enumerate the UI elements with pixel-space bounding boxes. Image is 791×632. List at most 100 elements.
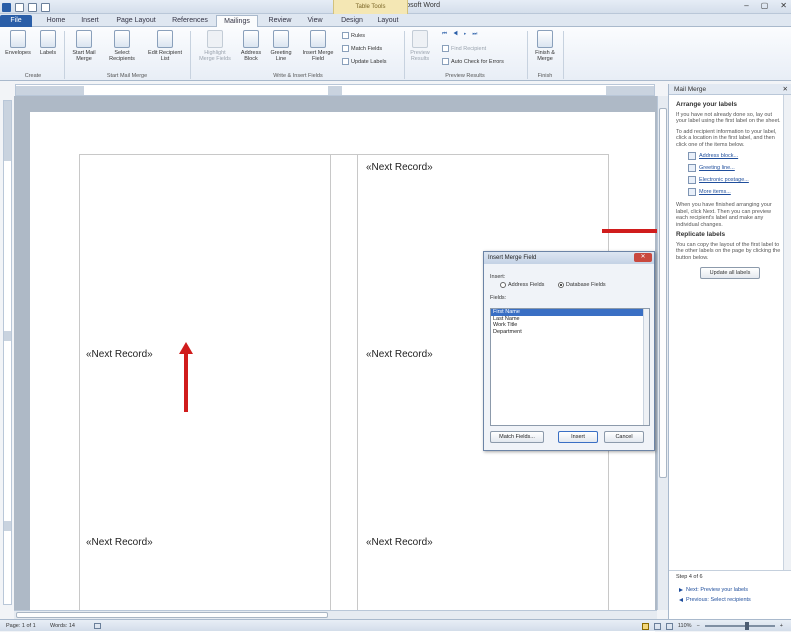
match-fields-button[interactable]: Match Fields... xyxy=(490,431,544,443)
word-count[interactable]: Words: 14 xyxy=(50,620,75,632)
maximize-button[interactable]: ▢ xyxy=(761,1,769,10)
insert-merge-field-dialog: Insert Merge Field ✕ Insert: Address Fie… xyxy=(483,251,655,451)
group-create-label: Create xyxy=(24,73,42,79)
scroll-thumb[interactable] xyxy=(16,612,328,618)
minimize-button[interactable]: – xyxy=(744,1,748,10)
pane-body: Arrange your labels If you have not alre… xyxy=(669,95,791,283)
match-fields-button[interactable]: Match Fields xyxy=(342,45,382,52)
cancel-button[interactable]: Cancel xyxy=(604,431,644,443)
address-fields-radio[interactable]: Address Fields xyxy=(500,282,544,288)
greeting-line-icon xyxy=(688,164,696,172)
update-labels-button[interactable]: Update Labels xyxy=(342,58,386,65)
vertical-scrollbar[interactable] xyxy=(657,96,668,610)
page-count[interactable]: Page: 1 of 1 xyxy=(6,620,36,632)
address-block-icon xyxy=(243,30,259,48)
dialog-title-bar: Insert Merge Field ✕ xyxy=(484,252,654,264)
rules-button[interactable]: Rules xyxy=(342,32,365,39)
auto-check-errors-button[interactable]: Auto Check for Errors xyxy=(442,58,504,65)
next-record-field[interactable]: «Next Record» xyxy=(366,537,433,548)
record-navigation[interactable]: ⏮◀▸⏭ xyxy=(442,31,483,38)
title-bar: Document2 - Microsoft Word Table Tools –… xyxy=(0,0,791,14)
pane-close-button[interactable]: ✕ xyxy=(783,84,788,95)
envelope-icon xyxy=(10,30,26,48)
pane-heading: Arrange your labels xyxy=(676,101,738,108)
tab-page-layout[interactable]: Page Layout xyxy=(110,15,162,27)
pane-text: To add recipient information to your lab… xyxy=(676,128,777,148)
tab-review[interactable]: Review xyxy=(262,15,298,27)
select-recipients-button[interactable]: Select Recipients xyxy=(104,30,140,62)
start-mail-merge-button[interactable]: Start Mail Merge xyxy=(68,30,100,62)
full-screen-icon[interactable] xyxy=(653,622,661,630)
pane-header: Mail Merge ✕ xyxy=(669,84,791,95)
preview-results-button[interactable]: Preview Results xyxy=(406,30,434,62)
labels-button[interactable]: Labels xyxy=(34,30,62,56)
database-fields-radio[interactable]: Database Fields xyxy=(557,282,606,288)
tab-insert[interactable]: Insert xyxy=(74,15,106,27)
insert-button[interactable]: Insert xyxy=(558,431,598,443)
insert-label: Insert: xyxy=(490,274,506,280)
finish-merge-button[interactable]: Finish & Merge xyxy=(530,30,560,62)
group-separator xyxy=(563,31,564,79)
zoom-slider-knob[interactable] xyxy=(744,622,749,630)
zoom-in-icon[interactable]: + xyxy=(780,620,783,632)
zoom-level[interactable]: 110% xyxy=(678,620,692,632)
recipients-icon xyxy=(114,30,130,48)
group-preview-label: Preview Results xyxy=(445,73,485,79)
insert-merge-field-button[interactable]: Insert Merge Field xyxy=(298,30,338,62)
proofing-icon[interactable] xyxy=(94,623,101,629)
address-block-icon xyxy=(688,152,696,160)
next-record-field[interactable]: «Next Record» xyxy=(366,162,433,173)
list-item[interactable]: Department xyxy=(491,329,649,336)
group-separator xyxy=(190,31,191,79)
address-block-button[interactable]: Address Block xyxy=(238,30,264,62)
table-tools-context: Table Tools xyxy=(333,0,408,14)
print-layout-icon[interactable] xyxy=(641,622,649,630)
red-arrow-up xyxy=(179,342,193,412)
greeting-line-link[interactable]: Greeting line... xyxy=(688,164,784,172)
labels-icon xyxy=(40,30,56,48)
horizontal-ruler[interactable] xyxy=(15,84,655,96)
electronic-postage-link[interactable]: Electronic postage... xyxy=(688,176,784,184)
next-step-link[interactable]: Next: Preview your labels xyxy=(679,587,784,593)
find-recipient-button[interactable]: Find Recipient xyxy=(442,45,486,52)
previous-step-link[interactable]: Previous: Select recipients xyxy=(679,597,784,603)
envelopes-button[interactable]: Envelopes xyxy=(4,30,32,56)
greeting-line-button[interactable]: Greeting Line xyxy=(266,30,296,62)
more-items-link[interactable]: More items... xyxy=(688,188,784,196)
fields-listbox[interactable]: First Name Last Name Work Title Departme… xyxy=(490,308,650,426)
tab-file[interactable]: File xyxy=(0,15,32,27)
vertical-ruler[interactable] xyxy=(3,100,12,605)
mail-merge-pane: Mail Merge ✕ Arrange your labels If you … xyxy=(668,84,791,620)
group-write-label: Write & Insert Fields xyxy=(273,73,323,79)
greeting-line-icon xyxy=(273,30,289,48)
zoom-slider[interactable] xyxy=(704,622,775,630)
web-layout-icon[interactable] xyxy=(665,622,673,630)
scroll-thumb[interactable] xyxy=(659,108,667,478)
next-record-field[interactable]: «Next Record» xyxy=(86,537,153,548)
pane-text: When you have finished arranging your la… xyxy=(676,202,772,228)
edit-recipient-list-button[interactable]: Edit Recipient List xyxy=(144,30,186,62)
dialog-close-button[interactable]: ✕ xyxy=(634,253,652,262)
tab-design[interactable]: Design xyxy=(336,15,368,27)
pane-scrollbar[interactable] xyxy=(783,95,791,570)
address-block-link[interactable]: Address block... xyxy=(688,152,784,160)
tab-layout[interactable]: Layout xyxy=(372,15,404,27)
fields-label: Fields: xyxy=(490,295,507,301)
highlight-merge-fields-button[interactable]: Highlight Merge Fields xyxy=(196,30,234,62)
tab-home[interactable]: Home xyxy=(40,15,72,27)
listbox-scrollbar[interactable] xyxy=(643,309,649,425)
insert-field-icon xyxy=(310,30,326,48)
window-controls: – ▢ ✕ xyxy=(744,1,787,10)
next-record-field[interactable]: «Next Record» xyxy=(86,349,153,360)
next-record-field[interactable]: «Next Record» xyxy=(366,349,433,360)
close-button[interactable]: ✕ xyxy=(780,1,787,10)
group-separator xyxy=(64,31,65,79)
tab-view[interactable]: View xyxy=(300,15,330,27)
tab-references[interactable]: References xyxy=(166,15,214,27)
update-all-labels-button[interactable]: Update all labels xyxy=(700,267,760,279)
highlight-icon xyxy=(207,30,223,48)
zoom-out-icon[interactable]: − xyxy=(697,620,700,632)
zoom-control: 110% − + xyxy=(641,620,783,632)
horizontal-scrollbar[interactable] xyxy=(14,610,657,619)
more-items-icon xyxy=(688,188,696,196)
